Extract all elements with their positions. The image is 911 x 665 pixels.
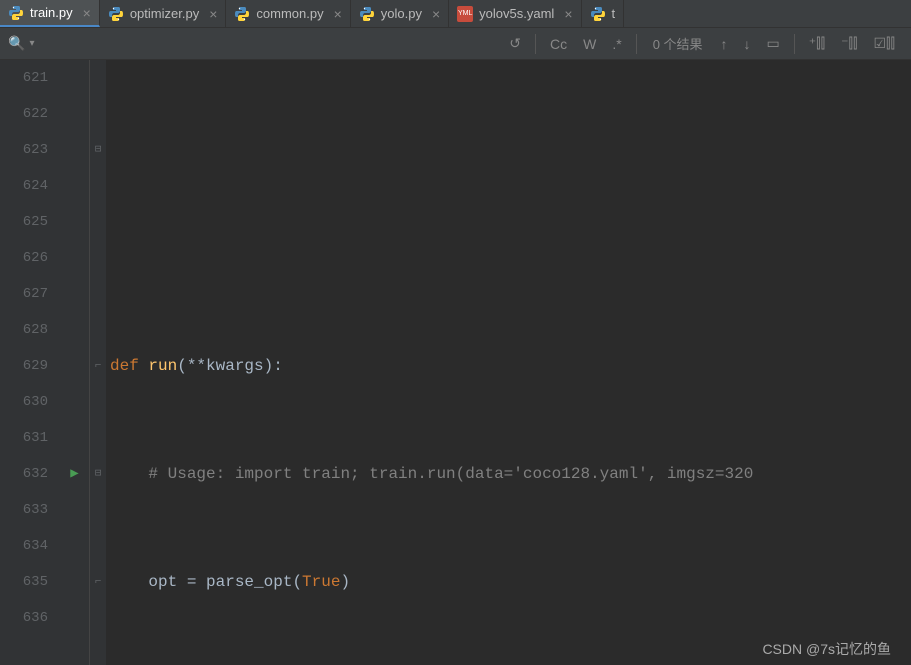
line-number: 635 <box>0 564 48 600</box>
line-number: 628 <box>0 312 48 348</box>
regex-button[interactable]: .* <box>604 36 629 52</box>
tab-yolo-py[interactable]: yolo.py × <box>351 0 449 27</box>
close-icon[interactable]: × <box>432 6 440 22</box>
select-occurrences-icon[interactable]: ☑⫿⫿ <box>865 35 903 52</box>
tab-label: t <box>612 6 616 21</box>
run-gutter: ▶ <box>60 60 90 665</box>
close-icon[interactable]: × <box>83 5 91 21</box>
tab-label: yolo.py <box>381 6 422 21</box>
line-number: 625 <box>0 204 48 240</box>
line-number: 622 <box>0 96 48 132</box>
search-icon[interactable]: 🔍 <box>8 35 25 52</box>
line-number: 632 <box>0 456 48 492</box>
run-marker-icon[interactable]: ▶ <box>70 466 78 482</box>
tab-train-py[interactable]: train.py × <box>0 0 100 27</box>
select-all-icon[interactable]: ▭ <box>759 35 788 52</box>
tab-label: optimizer.py <box>130 6 199 21</box>
line-number: 631 <box>0 420 48 456</box>
line-number: 626 <box>0 240 48 276</box>
watermark: CSDN @7s记忆的鱼 <box>762 639 891 659</box>
prev-match-icon[interactable]: ↑ <box>713 36 736 52</box>
code-editor[interactable]: 621 622 623 624 625 626 627 628 629 630 … <box>0 60 911 665</box>
add-selection-icon[interactable]: ⁺⫿⫿ <box>801 35 833 52</box>
line-number: 629 <box>0 348 48 384</box>
python-icon <box>234 6 250 22</box>
close-icon[interactable]: × <box>334 6 342 22</box>
line-number: 630 <box>0 384 48 420</box>
search-dropdown-icon[interactable]: ▾ <box>29 38 34 49</box>
python-icon <box>590 6 606 22</box>
tab-common-py[interactable]: common.py × <box>226 0 350 27</box>
fold-marker-icon[interactable]: ⊟ <box>90 456 106 492</box>
fold-gutter: ⊟ ⌐ ⊟ ⌐ <box>90 60 106 665</box>
line-number: 636 <box>0 600 48 636</box>
tab-extra[interactable]: t <box>582 0 625 27</box>
remove-selection-icon[interactable]: ⁻⫿⫿ <box>833 35 865 52</box>
tab-yolov5s-yaml[interactable]: YML yolov5s.yaml × <box>449 0 581 27</box>
python-icon <box>8 5 24 21</box>
words-button[interactable]: W <box>575 36 604 52</box>
code-area[interactable]: def run(**kwargs): # Usage: import train… <box>106 60 911 665</box>
next-match-icon[interactable]: ↓ <box>736 36 759 52</box>
python-icon <box>359 6 375 22</box>
tab-label: common.py <box>256 6 323 21</box>
line-number: 623 <box>0 132 48 168</box>
tab-label: yolov5s.yaml <box>479 6 554 21</box>
history-icon[interactable]: ↺ <box>501 35 529 52</box>
line-number: 633 <box>0 492 48 528</box>
line-number: 634 <box>0 528 48 564</box>
tab-label: train.py <box>30 5 73 20</box>
python-icon <box>108 6 124 22</box>
close-icon[interactable]: × <box>564 6 572 22</box>
fold-end-icon[interactable]: ⌐ <box>90 564 106 600</box>
results-count: 0 个结果 <box>643 34 713 53</box>
yaml-icon: YML <box>457 6 473 22</box>
line-number-gutter: 621 622 623 624 625 626 627 628 629 630 … <box>0 60 60 665</box>
tab-optimizer-py[interactable]: optimizer.py × <box>100 0 227 27</box>
line-number: 621 <box>0 60 48 96</box>
fold-end-icon[interactable]: ⌐ <box>90 348 106 384</box>
search-toolbar: 🔍 ▾ ↺ Cc W .* 0 个结果 ↑ ↓ ▭ ⁺⫿⫿ ⁻⫿⫿ ☑⫿⫿ <box>0 28 911 60</box>
match-case-button[interactable]: Cc <box>542 36 575 52</box>
line-number: 624 <box>0 168 48 204</box>
fold-marker-icon[interactable]: ⊟ <box>90 132 106 168</box>
line-number: 627 <box>0 276 48 312</box>
close-icon[interactable]: × <box>209 6 217 22</box>
tab-bar: train.py × optimizer.py × common.py × yo… <box>0 0 911 28</box>
